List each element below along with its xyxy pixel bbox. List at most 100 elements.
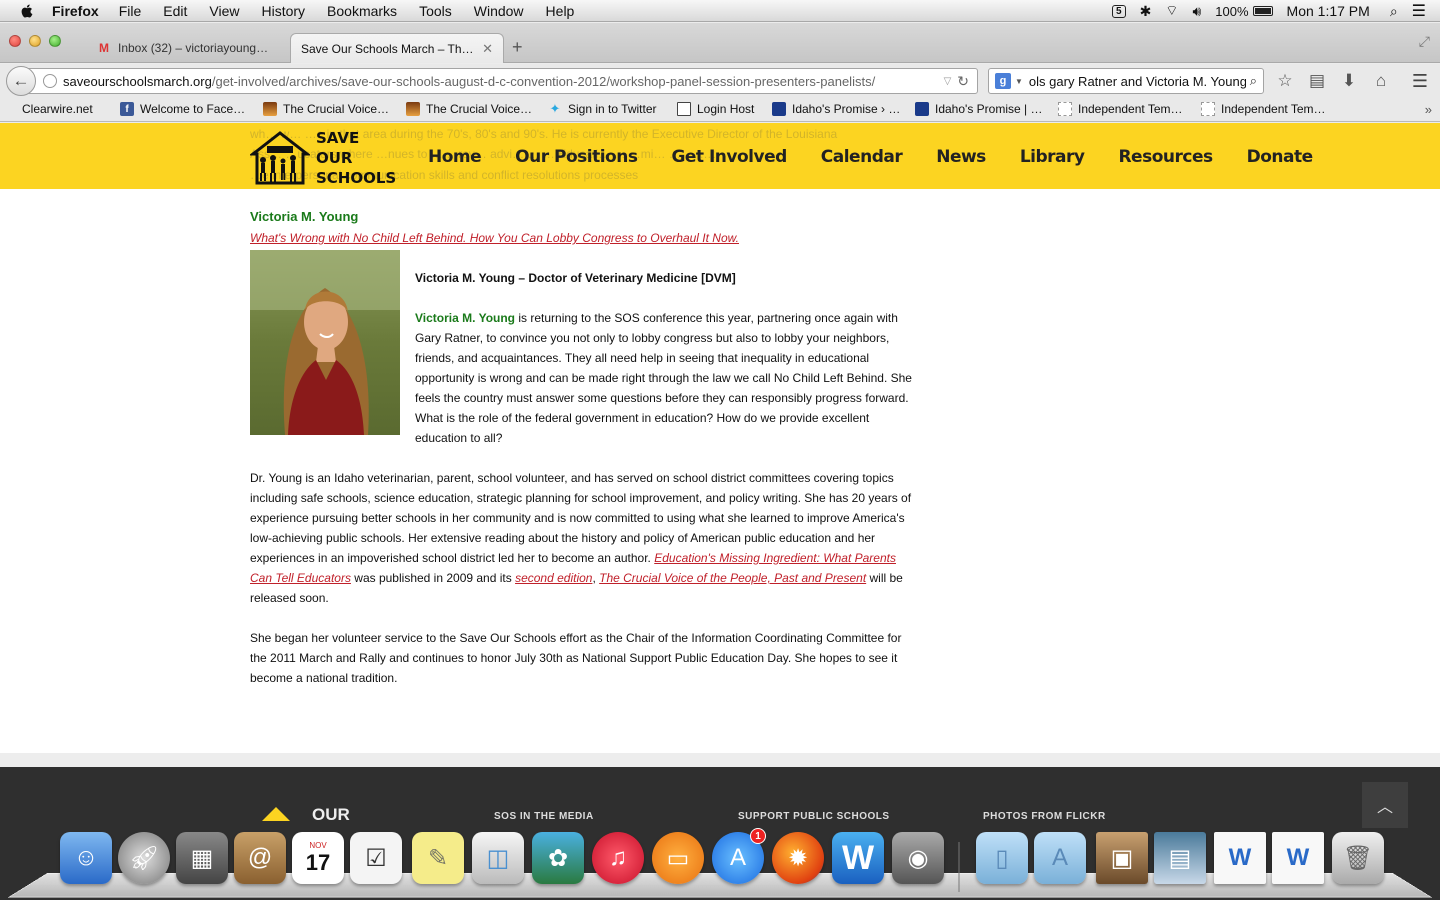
back-button[interactable]: ← [6,66,36,96]
bookmarks-list-icon[interactable]: ▤ [1308,71,1326,91]
apple-menu-icon[interactable] [18,2,36,20]
bookmark-twitter[interactable]: ✦ Sign in to Twitter [548,101,657,116]
fullscreen-icon[interactable]: ⤢ [1419,33,1430,50]
book-link-crucial-voice[interactable]: The Crucial Voice of the People, Past an… [599,571,866,585]
url-history-dropdown-icon[interactable]: ▽ [944,76,952,87]
menu-file[interactable]: File [119,3,142,19]
close-tab-icon[interactable]: ✕ [482,41,493,57]
volume-icon[interactable]: 🔊︎ [1192,3,1201,20]
hamburger-menu-icon[interactable]: ☰ [1412,71,1428,92]
spotlight-search-icon[interactable]: ⌕ [1390,3,1398,20]
new-tab-button[interactable]: + [512,37,523,58]
bookmark-star-icon[interactable]: ☆ [1276,71,1294,91]
bookmark-independent-2[interactable]: Independent Tem… [1201,102,1326,116]
logo-line: OUR [316,149,353,167]
globe-icon [10,102,16,116]
word-icon[interactable]: W [832,832,884,884]
word-document-stack-icon-2[interactable]: W [1272,832,1324,884]
bookmark-facebook[interactable]: f Welcome to Face… [120,102,245,116]
search-input[interactable]: ols gary Ratner and Victoria M. Young [1029,74,1246,89]
bookmark-label: Idaho's Promise › … [792,102,901,116]
tab-save-our-schools[interactable]: Save Our Schools March – The… ✕ [290,33,504,63]
nav-news[interactable]: News [936,147,986,167]
paragraph-text: was published in 2009 and its [350,571,516,585]
documents-folder-icon[interactable]: ▯ [976,832,1028,884]
menu-help[interactable]: Help [546,3,575,19]
bookmark-crucial-voice-2[interactable]: The Crucial Voice… [406,102,532,116]
finder-icon[interactable]: ☺ [60,832,112,884]
notification-center-icon[interactable]: ☰ [1412,1,1426,21]
photo-stack-icon[interactable]: ▣ [1096,832,1148,884]
app-store-icon[interactable]: A 1 [712,828,766,884]
zoom-window-button[interactable] [49,35,61,47]
tab-label: Save Our Schools March – The… [301,41,477,56]
menu-window[interactable]: Window [474,3,524,19]
bookmark-label: Clearwire.net [22,102,93,116]
nav-library[interactable]: Library [1020,147,1085,167]
nav-resources[interactable]: Resources [1118,147,1213,167]
url-bar[interactable]: saveourschoolsmarch.org/get-involved/arc… [26,68,978,94]
itunes-icon[interactable]: ♫ [592,832,644,884]
contacts-icon[interactable]: @ [234,832,286,884]
wifi-icon[interactable]: ⌔ [1165,2,1178,20]
stickies-icon[interactable]: ✎ [412,832,464,884]
screenshot-stack-icon[interactable]: ▤ [1154,832,1206,884]
tab-gmail-inbox[interactable]: M Inbox (32) – victoriayoung… [86,33,292,63]
page-viewport: wh… w… …e in that area during the 70's, … [0,123,1440,900]
image-capture-icon[interactable]: ▦ [176,832,228,884]
reminders-icon[interactable]: ☑ [350,832,402,884]
scroll-to-top-button[interactable]: ︿ [1362,782,1408,828]
calendar-icon[interactable]: NOV 17 [292,832,344,884]
bluetooth-icon[interactable]: ✱ [1140,3,1152,20]
blank-page-icon [1201,102,1215,116]
menu-edit[interactable]: Edit [163,3,187,19]
battery-icon[interactable] [1252,6,1273,16]
minimize-window-button[interactable] [29,35,41,47]
bookmark-crucial-voice-1[interactable]: The Crucial Voice… [263,102,389,116]
battery-percent[interactable]: 100% [1215,4,1248,19]
site-identity-icon[interactable] [43,74,57,88]
reload-icon[interactable]: ↻ [957,73,969,90]
nav-calendar[interactable]: Calendar [821,147,903,167]
search-icon[interactable]: ⌕ [1250,73,1257,89]
bookmarks-overflow-chevron-icon[interactable]: » [1425,102,1432,117]
menu-app-name[interactable]: Firefox [52,3,99,19]
site-logo[interactable]: SAVE OUR SCHOOLS [250,128,396,188]
trash-icon[interactable]: 🗑︎ [1332,832,1384,884]
bookmark-idahos-promise-1[interactable]: Idaho's Promise › … [772,102,900,116]
nav-donate[interactable]: Donate [1247,147,1314,167]
nav-get-involved[interactable]: Get Involved [671,147,787,167]
presenter-photo [250,250,400,435]
close-window-button[interactable] [9,35,21,47]
nav-home[interactable]: Home [428,147,482,167]
bookmark-login-host[interactable]: Login Host [677,102,754,116]
second-edition-link[interactable]: second edition [515,571,592,585]
url-text[interactable]: saveourschoolsmarch.org/get-involved/arc… [63,74,938,89]
search-bar[interactable]: g ▼ ols gary Ratner and Victoria M. Youn… [988,68,1264,94]
menu-bookmarks[interactable]: Bookmarks [327,3,397,19]
bookmark-independent-1[interactable]: Independent Tem… [1058,102,1183,116]
session-title-link[interactable]: What's Wrong with No Child Left Behind. … [250,226,920,250]
word-document-stack-icon[interactable]: W [1214,832,1266,884]
bookmark-idahos-promise-2[interactable]: Idaho's Promise | … [915,102,1042,116]
preview-icon[interactable]: ◫ [472,832,524,884]
downloads-icon[interactable]: ⬇ [1340,71,1358,91]
google-search-engine-icon[interactable]: g [995,73,1011,89]
ibooks-icon[interactable]: ▭ [652,832,704,884]
applications-folder-icon[interactable]: A [1034,832,1086,884]
bookmark-clearwire[interactable]: Clearwire.net [10,102,93,116]
home-icon[interactable]: ⌂ [1372,71,1390,91]
html5-shield-icon[interactable]: 5 [1112,4,1126,18]
search-engine-dropdown-icon[interactable]: ▼ [1015,77,1023,86]
photo-booth-icon[interactable]: ◉ [892,832,944,884]
clock[interactable]: Mon 1:17 PM [1287,3,1370,19]
menu-tools[interactable]: Tools [419,3,452,19]
iphoto-icon[interactable]: ✿ [532,832,584,884]
launchpad-icon[interactable]: 🚀︎ [118,832,170,884]
menu-history[interactable]: History [261,3,305,19]
menu-view[interactable]: View [209,3,239,19]
blank-page-icon [1058,102,1072,116]
nav-our-positions[interactable]: Our Positions [515,147,638,167]
firefox-icon[interactable]: ✹ [772,832,824,884]
bookmarks-toolbar: Clearwire.net f Welcome to Face… The Cru… [0,98,1440,122]
